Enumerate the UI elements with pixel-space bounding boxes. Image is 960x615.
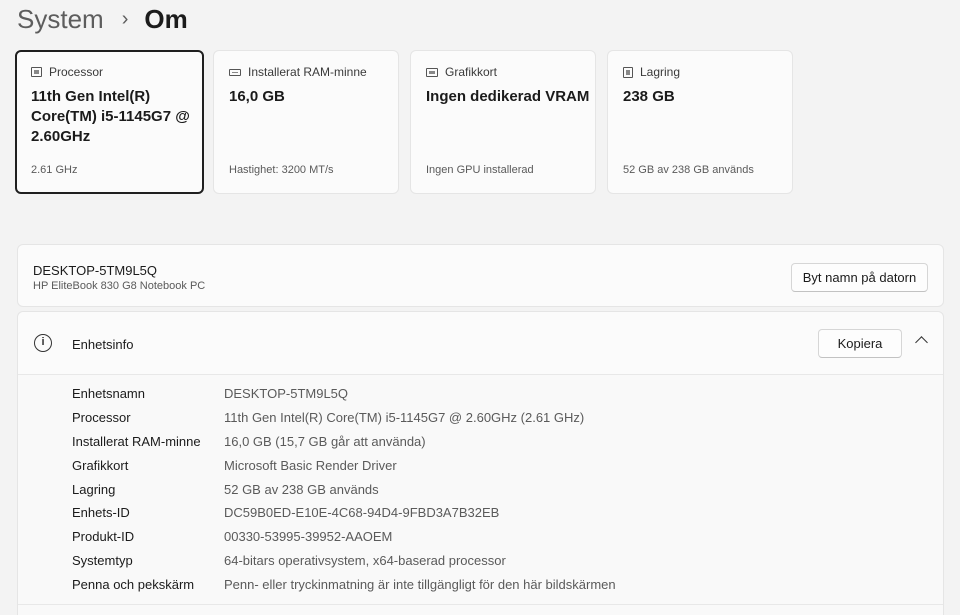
spec-key: Penna och pekskärm xyxy=(72,576,195,592)
spec-row: Installerat RAM-minne 16,0 GB (15,7 GB gå… xyxy=(72,430,616,454)
card-value: 16,0 GB xyxy=(229,88,285,105)
spec-key: Systemtyp xyxy=(72,552,133,568)
device-name: DESKTOP-5TM9L5Q xyxy=(33,263,158,278)
card-header: Processor xyxy=(31,65,103,79)
card-subtext: Hastighet: 3200 MT/s xyxy=(229,164,334,176)
spec-row: Enhets-ID DC59B0ED-E10E-4C68-94D4-9FBD3A7… xyxy=(72,501,616,525)
card-header: Grafikkort xyxy=(426,65,497,79)
spec-key: Produkt-ID xyxy=(72,529,135,545)
spec-value: 00330-53995-39952-AAOEM xyxy=(224,529,393,545)
rename-pc-button[interactable]: Byt namn på datorn xyxy=(791,263,928,292)
device-name-panel: DESKTOP-5TM9L5Q HP EliteBook 830 G8 Note… xyxy=(17,244,944,307)
spec-value: 11th Gen Intel(R) Core(TM) i5-1145G7 @ 2… xyxy=(224,410,585,426)
device-model: HP EliteBook 830 G8 Notebook PC xyxy=(33,280,206,292)
copy-button[interactable]: Kopiera xyxy=(818,329,902,358)
card-subtext: 2.61 GHz xyxy=(31,164,78,176)
spec-value: 52 GB av 238 GB används xyxy=(224,481,379,497)
spec-row: Enhetsnamn DESKTOP-5TM9L5Q xyxy=(72,382,616,406)
card-label: Installerat RAM-minne xyxy=(248,65,367,79)
gpu-icon xyxy=(426,67,438,77)
spec-key: Enhets-ID xyxy=(72,505,130,521)
ram-icon xyxy=(229,68,241,76)
spec-value: Penn- eller tryckinmatning är inte tillg… xyxy=(224,576,616,592)
spec-row: Grafikkort Microsoft Basic Render Driver xyxy=(72,453,616,477)
storage-icon xyxy=(623,66,633,78)
device-info-header[interactable]: i Enhetsinfo Kopiera xyxy=(18,312,943,375)
spec-key: Enhetsnamn xyxy=(72,386,145,402)
chevron-right-icon: › xyxy=(121,7,129,30)
breadcrumb: System › Om xyxy=(17,2,188,36)
card-ram[interactable]: Installerat RAM-minne 16,0 GB Hastighet:… xyxy=(213,50,399,194)
spec-key: Processor xyxy=(72,410,131,426)
card-label: Processor xyxy=(49,65,104,79)
card-value: 238 GB xyxy=(623,88,675,105)
spec-value: DESKTOP-5TM9L5Q xyxy=(224,386,349,402)
spec-value: DC59B0ED-E10E-4C68-94D4-9FBD3A7B32EB xyxy=(224,505,500,521)
processor-icon xyxy=(31,67,42,77)
card-gpu[interactable]: Grafikkort Ingen dedikerad VRAM Ingen GP… xyxy=(410,50,596,194)
card-value: Ingen dedikerad VRAM xyxy=(426,88,590,105)
spec-row: Systemtyp 64-bitars operativsystem, x64-b… xyxy=(72,549,616,573)
card-value: 11th Gen Intel(R) Core(TM) i5-1145G7 @ 2… xyxy=(31,88,190,145)
spec-value: Microsoft Basic Render Driver xyxy=(224,457,397,473)
spec-value: 16,0 GB (15,7 GB går att använda) xyxy=(224,433,426,449)
card-storage[interactable]: Lagring 238 GB 52 GB av 238 GB används xyxy=(607,50,793,194)
card-header: Installerat RAM-minne xyxy=(229,65,367,79)
card-subtext: 52 GB av 238 GB används xyxy=(623,164,754,176)
divider xyxy=(18,604,943,605)
card-label: Grafikkort xyxy=(445,65,498,79)
device-info-panel: i Enhetsinfo Kopiera Enhetsnamn DESKTOP-5… xyxy=(17,311,944,615)
breadcrumb-system-link[interactable]: System xyxy=(17,4,104,35)
spec-key: Grafikkort xyxy=(72,457,129,473)
card-processor[interactable]: Processor 11th Gen Intel(R) Core(TM) i5-… xyxy=(15,50,204,194)
spec-row: Lagring 52 GB av 238 GB används xyxy=(72,477,616,501)
spec-row: Penna och pekskärm Penn- eller tryckinmat… xyxy=(72,572,616,596)
spec-row: Produkt-ID 00330-53995-39952-AAOEM xyxy=(72,525,616,549)
spec-row: Processor 11th Gen Intel(R) Core(TM) i5-1… xyxy=(72,406,616,430)
device-specs-list: Enhetsnamn DESKTOP-5TM9L5Q Processor 11th … xyxy=(72,382,616,596)
card-label: Lagring xyxy=(640,65,681,79)
card-subtext: Ingen GPU installerad xyxy=(426,164,534,176)
card-header: Lagring xyxy=(623,65,680,79)
spec-key: Lagring xyxy=(72,481,116,497)
chevron-up-icon[interactable] xyxy=(915,336,928,349)
info-icon: i xyxy=(34,334,52,352)
spec-key: Installerat RAM-minne xyxy=(72,433,201,449)
spec-value: 64-bitars operativsystem, x64-baserad pr… xyxy=(224,552,506,568)
page-title: Om xyxy=(144,3,188,34)
device-info-title: Enhetsinfo xyxy=(72,337,134,352)
